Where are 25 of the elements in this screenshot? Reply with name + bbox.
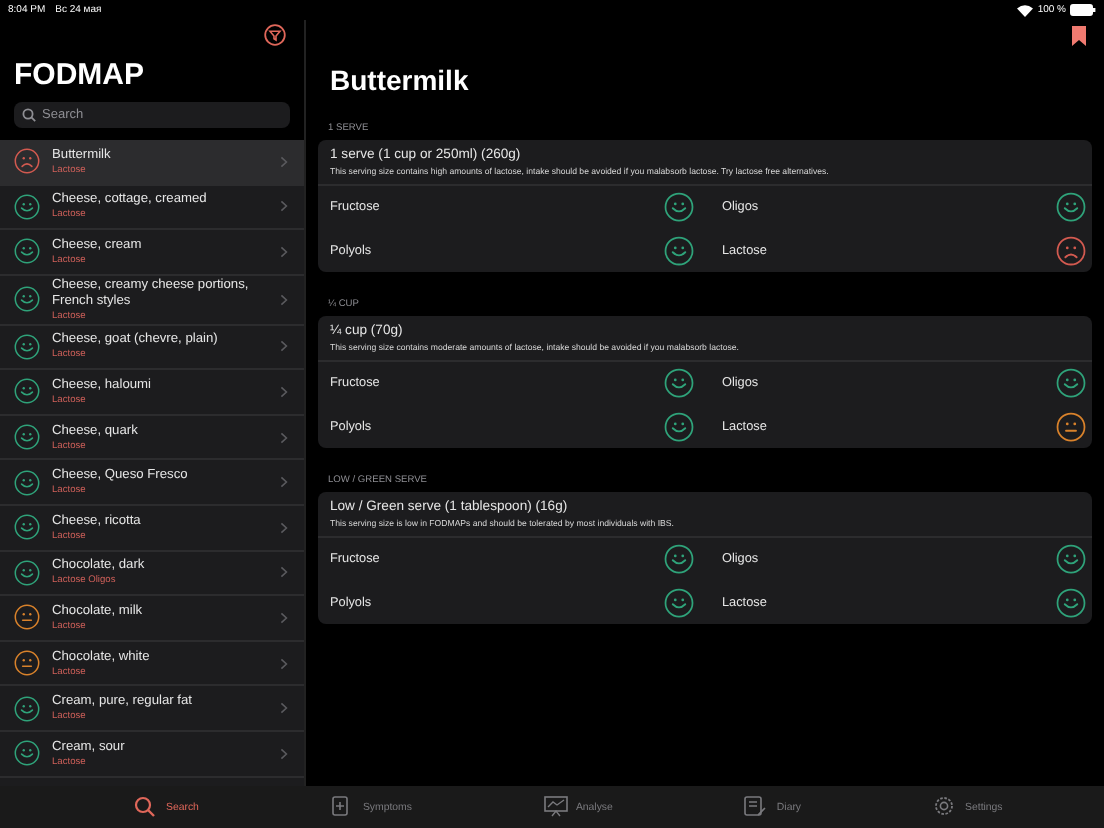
wifi-icon bbox=[1015, 3, 1034, 17]
chevron-icon bbox=[280, 702, 288, 715]
sidebar-title: FODMAP bbox=[14, 58, 146, 92]
chevron-icon bbox=[280, 431, 288, 444]
chevron-icon bbox=[280, 200, 288, 213]
chevron-icon bbox=[280, 611, 288, 624]
chevron-icon bbox=[280, 340, 288, 353]
chevron-icon bbox=[280, 657, 288, 670]
chevron-icon bbox=[280, 521, 288, 534]
gear-icon bbox=[933, 796, 958, 818]
battery-icon bbox=[1070, 4, 1096, 16]
chart-icon bbox=[543, 796, 568, 818]
bookmark-icon[interactable] bbox=[1072, 26, 1086, 46]
chevron-icon bbox=[280, 476, 288, 489]
filter-icon[interactable] bbox=[264, 24, 286, 46]
detail-title: Buttermilk bbox=[330, 64, 471, 96]
search-icon bbox=[22, 108, 36, 122]
chevron-icon bbox=[280, 385, 288, 398]
notepad-icon bbox=[744, 796, 769, 818]
chevron-icon bbox=[280, 245, 288, 258]
chevron-icon bbox=[280, 747, 288, 760]
chevron-icon bbox=[280, 293, 288, 306]
chevron-icon bbox=[280, 566, 288, 579]
search-icon bbox=[134, 796, 158, 818]
chevron-icon bbox=[280, 155, 288, 168]
